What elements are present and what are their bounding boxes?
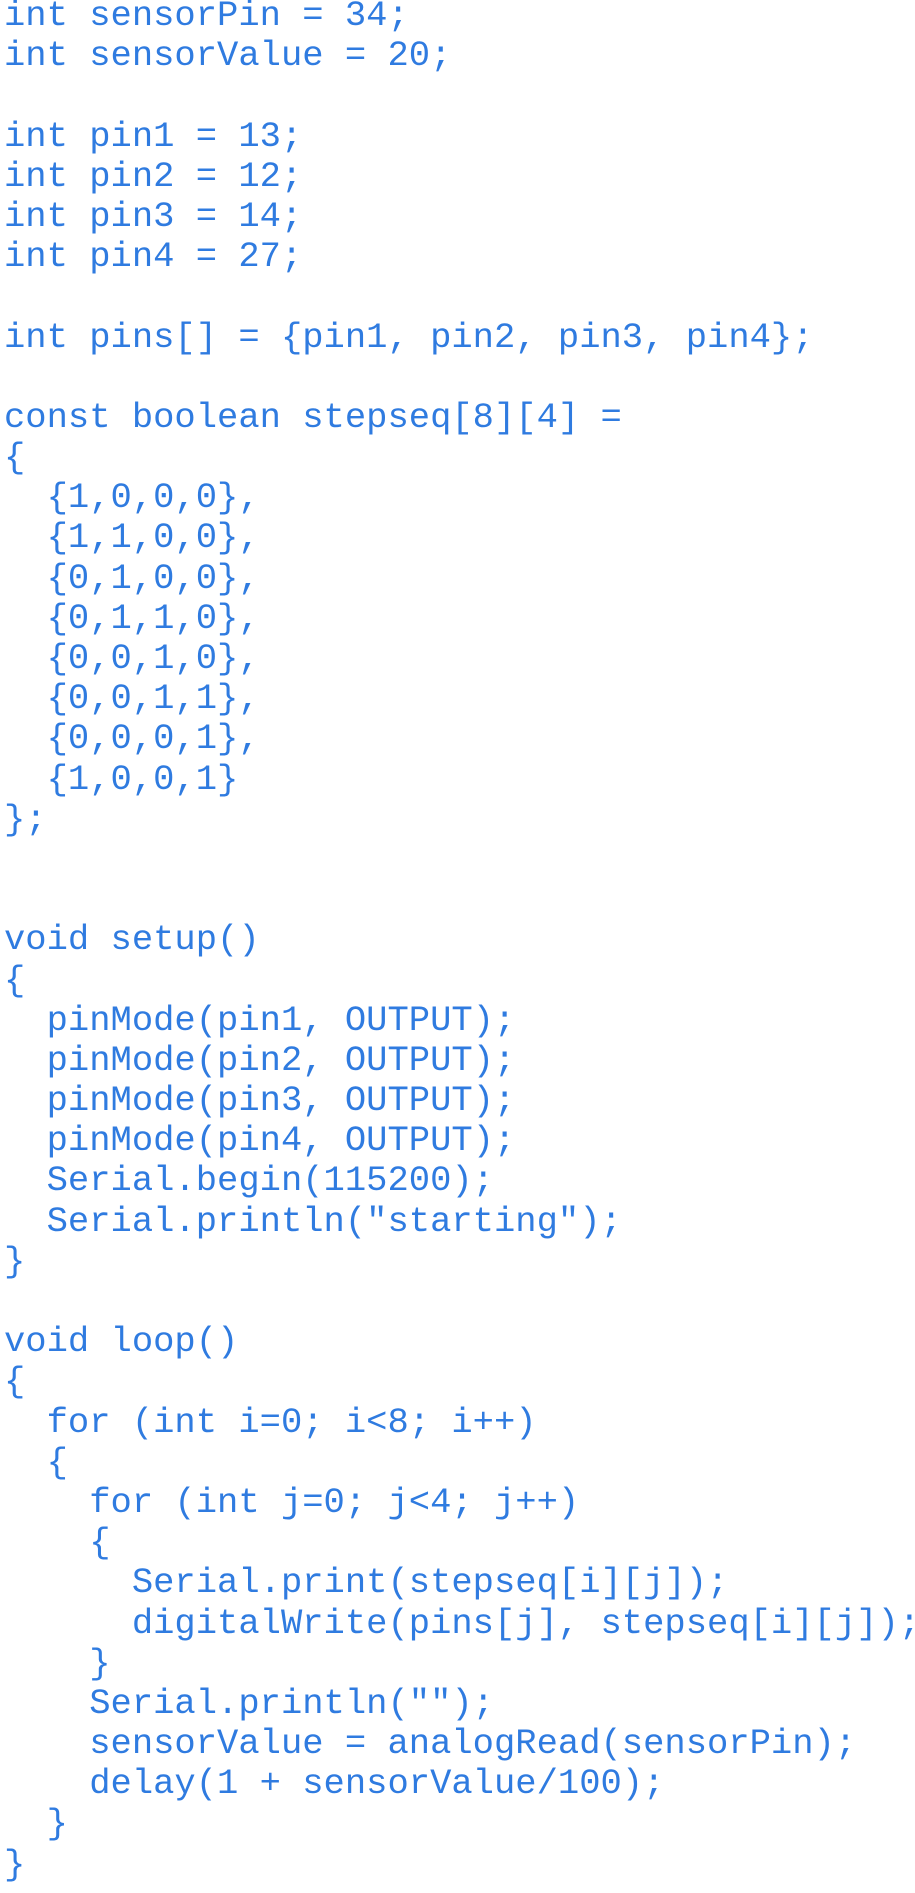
code-line: {0,0,0,1}, bbox=[4, 718, 260, 760]
code-line: pinMode(pin2, OUTPUT); bbox=[4, 1039, 516, 1081]
code-line: }; bbox=[4, 798, 47, 840]
code-line: int pins[] = {pin1, pin2, pin3, pin4}; bbox=[4, 316, 814, 358]
code-line: for (int i=0; i<8; i++) bbox=[4, 1401, 537, 1443]
code-line: { bbox=[4, 1441, 68, 1483]
code-line: } bbox=[4, 1642, 111, 1684]
code-line: int pin4 = 27; bbox=[4, 236, 303, 278]
code-line: {1,1,0,0}, bbox=[4, 517, 260, 559]
code-line: void setup() bbox=[4, 919, 260, 961]
code-line: {0,1,1,0}, bbox=[4, 597, 260, 639]
code-line: } bbox=[4, 1803, 68, 1845]
code-line: const boolean stepseq[8][4] = bbox=[4, 396, 622, 438]
code-line: void loop() bbox=[4, 1321, 239, 1363]
code-line: delay(1 + sensorValue/100); bbox=[4, 1763, 665, 1805]
code-line: sensorValue = analogRead(sensorPin); bbox=[4, 1723, 857, 1765]
code-line: { bbox=[4, 1522, 111, 1564]
code-line: pinMode(pin3, OUTPUT); bbox=[4, 1080, 516, 1122]
code-line: int pin1 = 13; bbox=[4, 115, 303, 157]
code-line: Serial.println("starting"); bbox=[4, 1200, 622, 1242]
code-line: Serial.begin(115200); bbox=[4, 1160, 494, 1202]
code-line: { bbox=[4, 1361, 26, 1403]
code-line: {1,0,0,0}, bbox=[4, 477, 260, 519]
code-line: digitalWrite(pins[j], stepseq[i][j]); bbox=[4, 1602, 915, 1644]
code-line: int pin2 = 12; bbox=[4, 155, 303, 197]
code-line: {0,1,0,0}, bbox=[4, 557, 260, 599]
code-line: { bbox=[4, 959, 26, 1001]
code-line: } bbox=[4, 1240, 26, 1282]
code-line: { bbox=[4, 437, 26, 479]
code-line: int sensorValue = 20; bbox=[4, 35, 452, 77]
code-line: pinMode(pin1, OUTPUT); bbox=[4, 999, 516, 1041]
code-line: Serial.print(stepseq[i][j]); bbox=[4, 1562, 729, 1604]
code-line: } bbox=[4, 1843, 26, 1885]
code-line: {1,0,0,1} bbox=[4, 758, 239, 800]
code-listing: int sensorPin = 34; int sensorValue = 20;… bbox=[4, 0, 915, 1885]
code-line: pinMode(pin4, OUTPUT); bbox=[4, 1120, 516, 1162]
code-line: Serial.println(""); bbox=[4, 1682, 494, 1724]
code-line: int sensorPin = 34; bbox=[4, 0, 409, 36]
code-line: int pin3 = 14; bbox=[4, 195, 303, 237]
code-line: for (int j=0; j<4; j++) bbox=[4, 1481, 580, 1523]
code-line: {0,0,1,0}, bbox=[4, 638, 260, 679]
code-line: {0,0,1,1}, bbox=[4, 678, 260, 720]
